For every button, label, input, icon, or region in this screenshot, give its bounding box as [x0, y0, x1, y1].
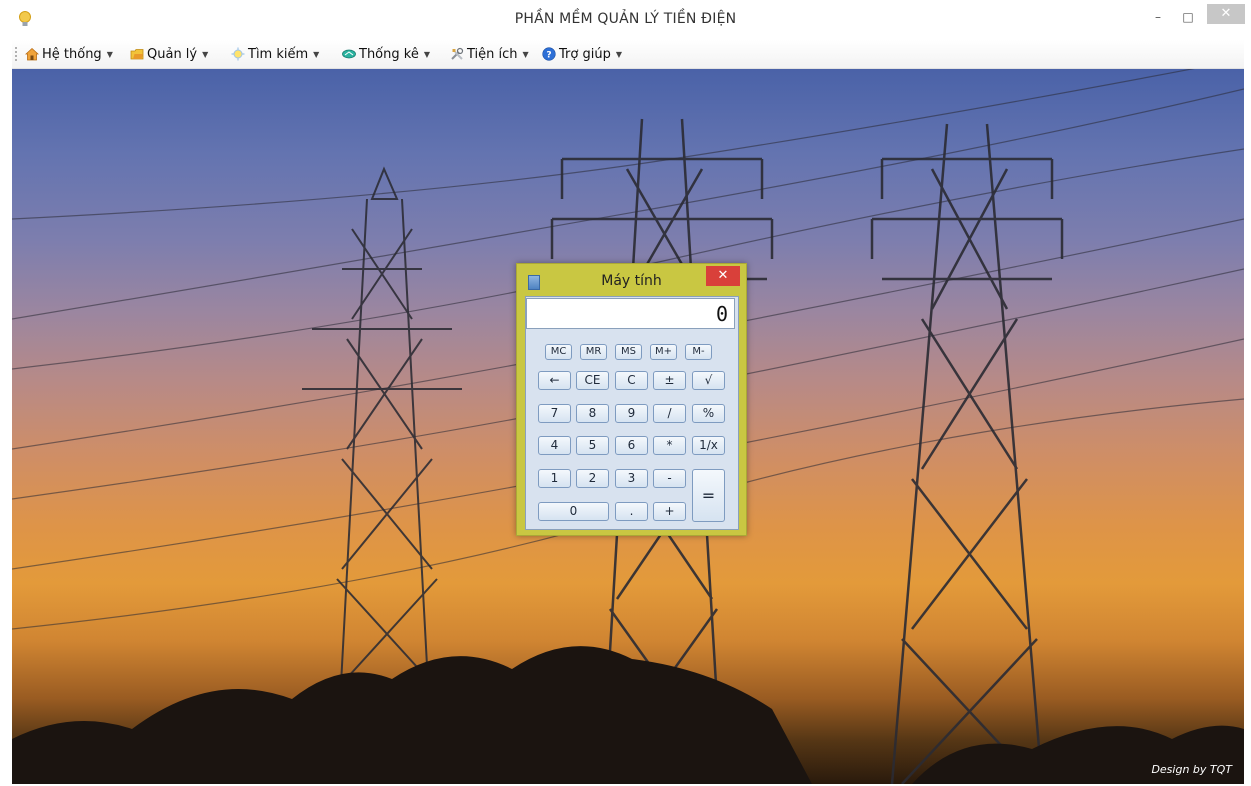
- svg-text:?: ?: [546, 51, 551, 61]
- chevron-down-icon: ▼: [423, 49, 430, 59]
- key-m-plus[interactable]: M+: [650, 344, 677, 360]
- chevron-down-icon: ▼: [615, 49, 622, 59]
- menu-tim-kiem[interactable]: Tìm kiếm ▼: [231, 45, 319, 63]
- maximize-button[interactable]: □: [1176, 6, 1200, 30]
- key-ce[interactable]: CE: [576, 371, 609, 390]
- key-reciprocal[interactable]: 1/x: [692, 436, 725, 455]
- close-button[interactable]: ✕: [1207, 4, 1245, 24]
- key-decimal[interactable]: .: [615, 502, 648, 521]
- menu-grip[interactable]: [15, 47, 19, 61]
- menu-label: Thống kê: [359, 46, 419, 62]
- key-2[interactable]: 2: [576, 469, 609, 488]
- menu-he-thong[interactable]: Hệ thống ▼: [25, 45, 113, 63]
- chevron-down-icon: ▼: [313, 49, 320, 59]
- key-1[interactable]: 1: [538, 469, 571, 488]
- main-window: PHẦN MỀM QUẢN LÝ TIỀN ĐIỆN – □ ✕ Hệ thốn…: [0, 0, 1251, 786]
- key-multiply[interactable]: *: [653, 436, 686, 455]
- key-sqrt[interactable]: √: [692, 371, 725, 390]
- chevron-down-icon: ▼: [106, 49, 113, 59]
- key-m-minus[interactable]: M-: [685, 344, 712, 360]
- folder-icon: [130, 49, 144, 60]
- key-mc[interactable]: MC: [545, 344, 572, 360]
- title-bar[interactable]: PHẦN MỀM QUẢN LÝ TIỀN ĐIỆN – □ ✕: [0, 0, 1251, 38]
- key-9[interactable]: 9: [615, 404, 648, 423]
- key-c[interactable]: C: [615, 371, 648, 390]
- key-add[interactable]: +: [653, 502, 686, 521]
- key-5[interactable]: 5: [576, 436, 609, 455]
- menu-label: Tìm kiếm: [248, 46, 309, 62]
- key-4[interactable]: 4: [538, 436, 571, 455]
- key-mr[interactable]: MR: [580, 344, 607, 360]
- key-equals[interactable]: =: [692, 469, 725, 522]
- chevron-down-icon: ▼: [522, 49, 529, 59]
- key-percent[interactable]: %: [692, 404, 725, 423]
- key-divide[interactable]: /: [653, 404, 686, 423]
- key-3[interactable]: 3: [615, 469, 648, 488]
- menu-label: Hệ thống: [42, 46, 102, 62]
- tools-icon: [451, 47, 464, 60]
- menu-label: Quản lý: [147, 46, 198, 62]
- minimize-button[interactable]: –: [1146, 6, 1170, 30]
- key-6[interactable]: 6: [615, 436, 648, 455]
- chart-icon: [342, 49, 356, 59]
- design-credit: Design by TQT: [1151, 763, 1232, 776]
- help-icon: ?: [542, 47, 556, 61]
- search-icon: [231, 47, 245, 61]
- menu-tro-giup[interactable]: ? Trợ giúp ▼: [542, 45, 622, 63]
- chevron-down-icon: ▼: [202, 49, 209, 59]
- calculator-window[interactable]: Máy tính ✕ 0 MC MR MS M+ M- ← CE C ± √ 7…: [516, 263, 747, 536]
- menu-quan-ly[interactable]: Quản lý ▼: [130, 45, 208, 63]
- home-icon: [25, 47, 39, 61]
- calculator-display: 0: [526, 298, 735, 329]
- key-ms[interactable]: MS: [615, 344, 642, 360]
- window-title: PHẦN MỀM QUẢN LÝ TIỀN ĐIỆN: [514, 11, 737, 27]
- key-8[interactable]: 8: [576, 404, 609, 423]
- key-backspace[interactable]: ←: [538, 371, 571, 390]
- key-plus-minus[interactable]: ±: [653, 371, 686, 390]
- menu-label: Trợ giúp: [559, 46, 611, 62]
- key-7[interactable]: 7: [538, 404, 571, 423]
- calculator-close-button[interactable]: ✕: [706, 266, 740, 286]
- menu-thong-ke[interactable]: Thống kê ▼: [342, 45, 430, 63]
- menu-label: Tiện ích: [467, 46, 518, 62]
- key-0[interactable]: 0: [538, 502, 609, 521]
- menu-bar: Hệ thống ▼ Quản lý ▼ Tìm kiếm ▼ Thống kê…: [12, 40, 1244, 69]
- menu-tien-ich[interactable]: Tiện ích ▼: [450, 45, 529, 63]
- key-subtract[interactable]: -: [653, 469, 686, 488]
